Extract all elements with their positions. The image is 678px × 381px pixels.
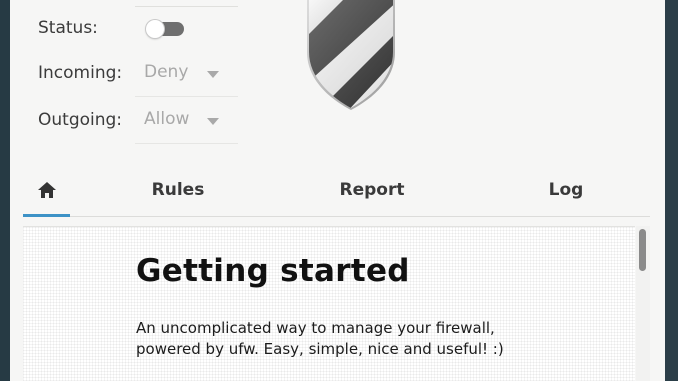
intro-text: An uncomplicated way to manage your fire…	[136, 319, 504, 358]
tab-log[interactable]: Log	[507, 168, 625, 216]
window-border	[665, 0, 678, 381]
getting-started-panel: Getting started An uncomplicated way to …	[23, 226, 635, 381]
tab-home[interactable]	[23, 168, 70, 217]
firewall-window: Status: Incoming: Deny Outgoing: Allow R…	[10, 0, 665, 381]
incoming-label: Incoming:	[38, 63, 123, 83]
outgoing-label: Outgoing:	[38, 110, 123, 130]
incoming-policy-value: Deny	[144, 62, 189, 82]
incoming-policy-select[interactable]: Deny	[135, 50, 238, 97]
scrollbar-thumb[interactable]	[639, 229, 646, 271]
outgoing-policy-value: Allow	[144, 109, 190, 129]
chevron-down-icon	[207, 71, 219, 78]
content-scrollbar[interactable]	[636, 226, 650, 381]
top-divider	[135, 0, 238, 7]
page-title: Getting started	[136, 253, 410, 289]
toggle-knob	[146, 20, 164, 38]
outgoing-policy-select[interactable]: Allow	[135, 97, 238, 144]
shield-icon	[307, 0, 395, 110]
status-label: Status:	[38, 18, 98, 38]
status-toggle[interactable]	[146, 20, 186, 38]
tab-bar: Rules Report Log	[23, 168, 650, 217]
tab-report[interactable]: Report	[313, 168, 431, 216]
tab-rules[interactable]: Rules	[119, 168, 237, 216]
home-icon	[37, 182, 56, 198]
chevron-down-icon	[207, 118, 219, 125]
